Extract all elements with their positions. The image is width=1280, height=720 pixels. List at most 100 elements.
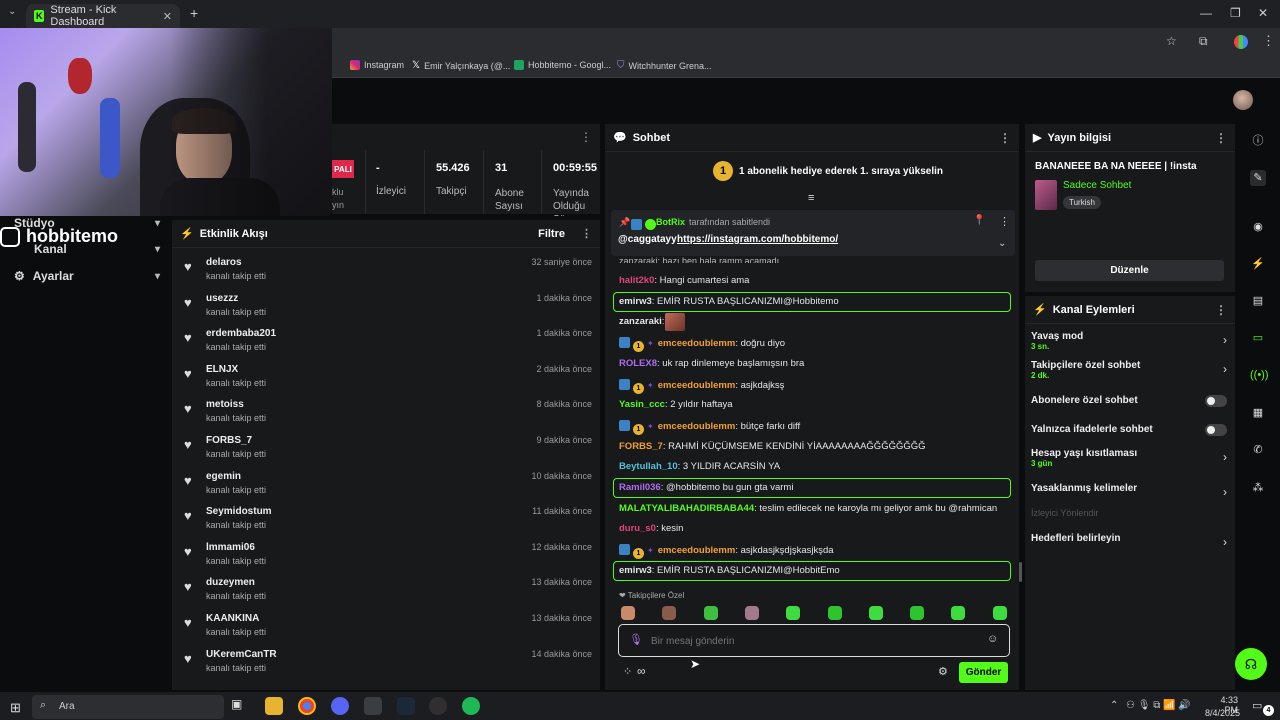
- points-icon[interactable]: ⁘: [623, 665, 632, 678]
- document-icon[interactable]: ▤: [1250, 293, 1266, 309]
- pinned-menu-icon[interactable]: ⋮: [999, 215, 1010, 228]
- chat-scrollbar[interactable]: [1019, 562, 1022, 582]
- chat-username[interactable]: Beytullah_10: [619, 461, 678, 472]
- emote-icon[interactable]: [910, 606, 925, 620]
- filter-button[interactable]: Filtre: [538, 228, 565, 240]
- channel-actions-menu-icon[interactable]: ⋮: [1215, 303, 1227, 317]
- channel-action-item[interactable]: Yasaklanmış kelimeler ›: [1031, 483, 1227, 499]
- bookmark-instagram[interactable]: Instagram: [350, 60, 404, 70]
- event-username[interactable]: lmmami06: [206, 542, 255, 553]
- emote-icon[interactable]: [744, 606, 759, 620]
- event-username[interactable]: delaros: [206, 257, 242, 268]
- stream-category[interactable]: Sadece Sohbet: [1063, 180, 1131, 191]
- chat-username[interactable]: ROLEX8: [619, 358, 657, 369]
- activity-event[interactable]: ♥ UKeremCanTR kanalı takip etti 14 dakika ö…: [184, 649, 592, 685]
- chat-username[interactable]: zanzaraki: [619, 316, 662, 327]
- lightning-rail-icon[interactable]: ⚡: [1250, 256, 1266, 272]
- unpin-icon[interactable]: 📍: [973, 215, 985, 226]
- taskbar-search[interactable]: ⌕ Ara: [32, 695, 224, 719]
- layers-icon[interactable]: ▦: [1250, 405, 1266, 421]
- activity-menu-icon[interactable]: ⋮: [581, 227, 592, 240]
- chat-message[interactable]: duru_s0: kesin: [619, 523, 683, 534]
- chat-username[interactable]: FORBS_7: [619, 441, 663, 452]
- chat-message[interactable]: zanzaraki:: [619, 316, 664, 327]
- edit-pencil-icon[interactable]: ✎: [1250, 170, 1266, 186]
- chat-message[interactable]: 1 ✦ emceedoublemm: asjkdajksş: [619, 378, 784, 394]
- chat-message[interactable]: Ramil036: @hobbitemo bu gun gta varmi: [619, 482, 793, 493]
- activity-event[interactable]: ♥ FORBS_7 kanalı takip etti 9 dakika önce: [184, 435, 592, 471]
- activity-event[interactable]: ♥ Seymidostum kanalı takip etti 11 dakika ö…: [184, 506, 592, 542]
- discord-icon[interactable]: [331, 697, 349, 715]
- chat-message[interactable]: halit2k0: Hangi cumartesi ama: [619, 275, 749, 286]
- activity-event[interactable]: ♥ lmmami06 kanalı takip etti 12 dakika önce: [184, 542, 592, 578]
- chat-input[interactable]: [651, 631, 971, 651]
- emote-icon[interactable]: [621, 606, 635, 620]
- chat-rail-icon[interactable]: ▭: [1250, 330, 1266, 346]
- chat-input-box[interactable]: 🎙 ☺: [618, 624, 1010, 657]
- activity-event[interactable]: ♥ delaros kanalı takip etti 32 saniye önce: [184, 257, 592, 293]
- activity-event[interactable]: ♥ ELNJX kanalı takip etti 2 dakika önce: [184, 364, 592, 400]
- emote-icon[interactable]: [868, 606, 883, 620]
- nav-settings[interactable]: ⚙ Ayarlar ▾: [14, 269, 160, 283]
- event-username[interactable]: FORBS_7: [206, 435, 252, 446]
- chat-username[interactable]: duru_s0: [619, 523, 656, 534]
- users-icon[interactable]: ⁂: [1250, 480, 1266, 496]
- chat-message[interactable]: ROLEX8: uk rap dinlemeye başlamışsın bra: [619, 358, 804, 369]
- event-username[interactable]: usezzz: [206, 293, 238, 304]
- support-headset-icon[interactable]: ☊: [1235, 648, 1267, 680]
- close-window-icon[interactable]: ✕: [1258, 6, 1268, 20]
- event-username[interactable]: duzeymen: [206, 577, 255, 588]
- emote-icon[interactable]: [951, 606, 966, 620]
- chat-message[interactable]: 1 ✦ emceedoublemm: doğru diyo: [619, 337, 785, 353]
- chat-message[interactable]: 1 ✦ emceedoublemm: bütçe farkı diff: [619, 419, 800, 435]
- infinity-icon[interactable]: ∞: [637, 664, 646, 678]
- browser-menu-icon[interactable]: ⋮: [1262, 33, 1275, 49]
- chat-message[interactable]: emirw3: EMİR RUSTA BAŞLICANIZMI@Hobbitem…: [619, 296, 839, 307]
- event-username[interactable]: metoiss: [206, 399, 244, 410]
- microphone-icon[interactable]: 🎙: [629, 633, 643, 646]
- emoji-icon[interactable]: ☺: [987, 633, 998, 645]
- wrench-icon[interactable]: ✆: [1250, 442, 1266, 458]
- send-button[interactable]: Gönder: [959, 662, 1008, 683]
- xbox-icon[interactable]: [364, 697, 382, 715]
- channel-action-item[interactable]: Abonelere özel sohbet: [1031, 395, 1227, 407]
- bookmark-star-icon[interactable]: ☆: [1166, 34, 1177, 48]
- chat-username[interactable]: halit2k0: [619, 275, 654, 286]
- steam-icon[interactable]: [397, 697, 415, 715]
- taskbar-date[interactable]: 8/4/2025: [1204, 708, 1240, 718]
- chat-message[interactable]: emirw3: EMİR RUSTA BAŞLICANIZMI@HobbitEm…: [619, 565, 840, 576]
- bookmark-x[interactable]: 𝕏 Emir Yalçınkaya (@...: [412, 60, 510, 71]
- chat-username[interactable]: emceedoublemm: [658, 545, 736, 556]
- spotify-icon[interactable]: [462, 697, 480, 715]
- event-username[interactable]: erdembaba201: [206, 328, 276, 339]
- broadcast-rail-icon[interactable]: ((•)): [1250, 367, 1269, 383]
- activity-event[interactable]: ♥ duzeymen kanalı takip etti 13 dakika önce: [184, 577, 592, 613]
- obs-icon[interactable]: [429, 697, 447, 715]
- camera-icon[interactable]: ◉: [1250, 219, 1266, 235]
- pinned-by-user[interactable]: BotRix: [656, 217, 685, 227]
- chat-settings-gear-icon[interactable]: ⚙: [938, 665, 948, 678]
- profile-icon[interactable]: [1234, 35, 1248, 49]
- chat-username[interactable]: emirw3: [619, 565, 652, 576]
- channel-action-item[interactable]: Yalnızca ifadelerle sohbet: [1031, 424, 1227, 436]
- chat-message[interactable]: FORBS_7: RAHMİ KÜÇÜMSEME KENDİNİ YİAAAAA…: [619, 441, 926, 452]
- channel-action-item[interactable]: Hesap yaşı kısıtlaması 3 gün ›: [1031, 448, 1227, 468]
- event-username[interactable]: ELNJX: [206, 364, 238, 375]
- chat-message[interactable]: Beytullah_10: 3 YILDIR ACARSİN YA: [619, 461, 780, 472]
- chat-username[interactable]: Ramil036: [619, 482, 661, 493]
- activity-event[interactable]: ♥ KAANKINA kanalı takip etti 13 dakika önce: [184, 613, 592, 649]
- channel-action-item[interactable]: Takipçilere özel sohbet 2 dk. ›: [1031, 360, 1227, 380]
- task-view-icon[interactable]: ▣: [231, 697, 249, 715]
- event-username[interactable]: Seymidostum: [206, 506, 272, 517]
- emote-icon[interactable]: [703, 606, 718, 620]
- chat-username[interactable]: emceedoublemm: [658, 338, 736, 349]
- stream-info-menu-icon[interactable]: ⋮: [1215, 131, 1227, 145]
- activity-event[interactable]: ♥ usezzz kanalı takip etti 1 dakika önce: [184, 293, 592, 329]
- windows-start-icon[interactable]: ⊞: [10, 700, 21, 716]
- chat-message[interactable]: MALATYALIBAHADIRBABA44: teslim edilecek …: [619, 503, 997, 514]
- nav-channel[interactable]: Kanal ▾: [14, 242, 160, 256]
- emote-icon[interactable]: [662, 606, 677, 620]
- chat-username[interactable]: emirw3: [619, 296, 652, 307]
- channel-action-item[interactable]: Hedefleri belirleyin ›: [1031, 533, 1227, 549]
- toggle-switch[interactable]: [1205, 424, 1227, 436]
